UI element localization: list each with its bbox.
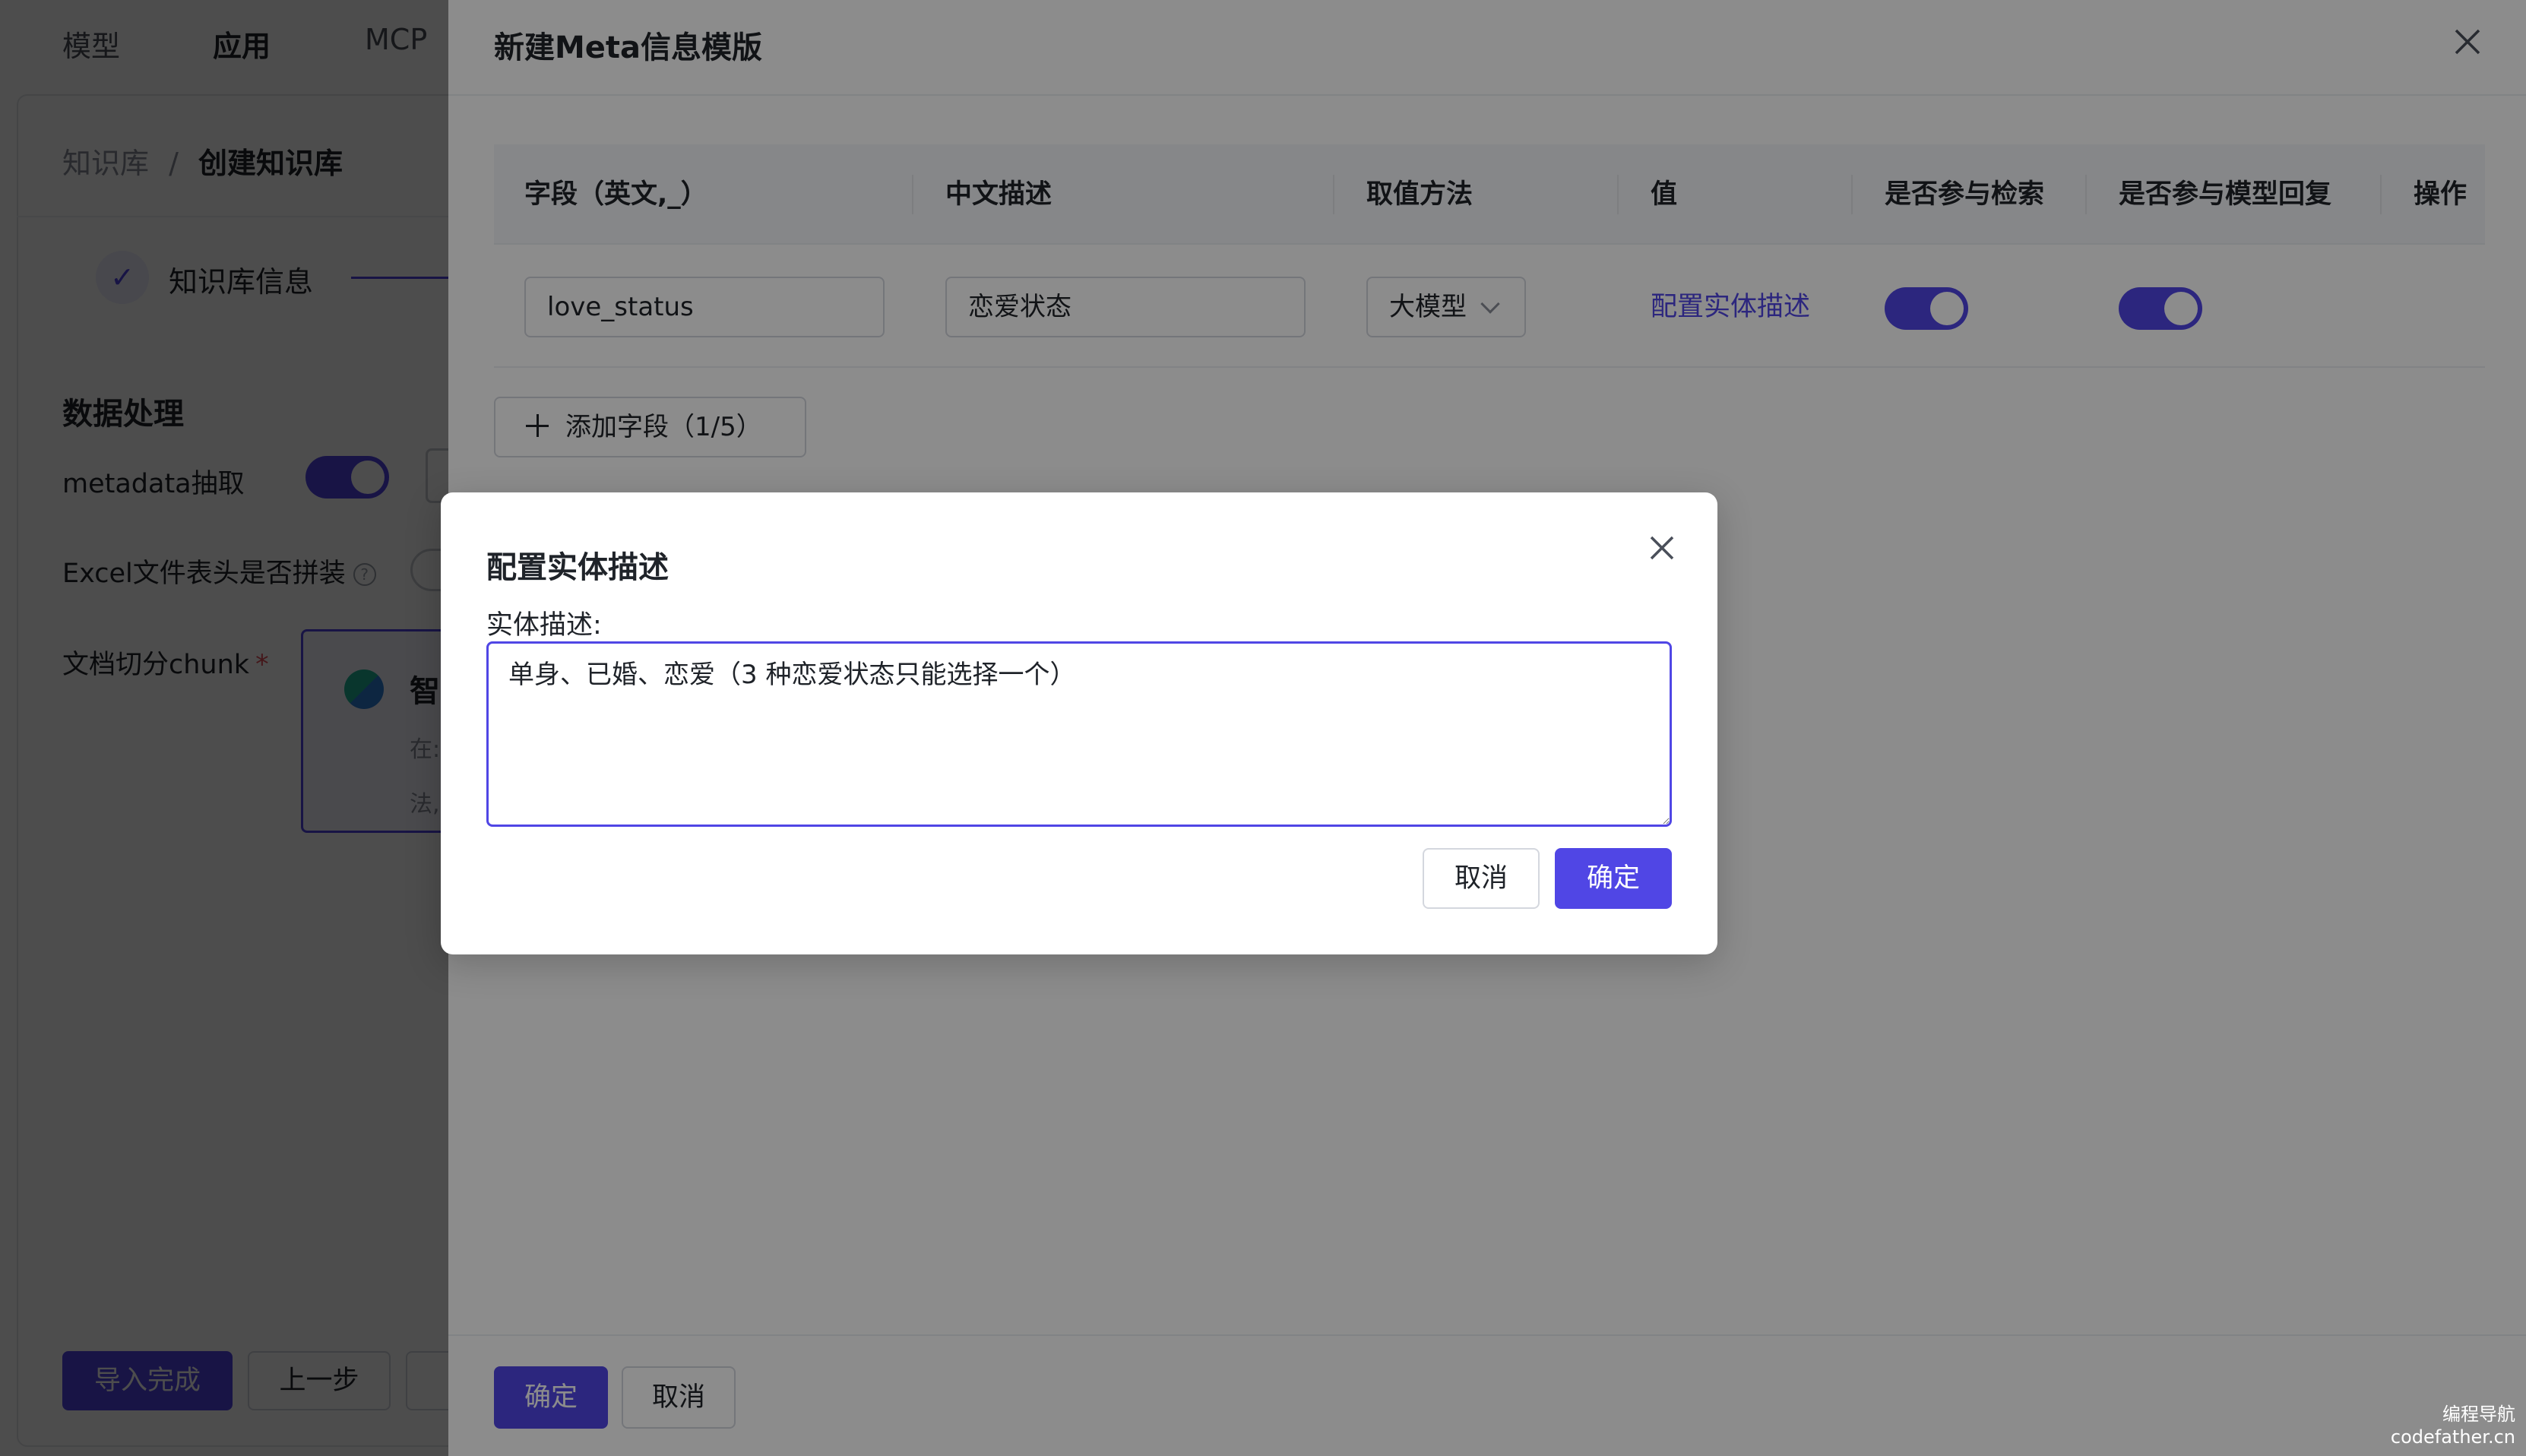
- modal-title: 配置实体描述: [486, 550, 669, 585]
- watermark-line: codefather.cn: [2390, 1426, 2515, 1448]
- entity-description-textarea[interactable]: [486, 641, 1672, 827]
- modal-ok-button[interactable]: 确定: [1555, 848, 1672, 909]
- watermark-line: 编程导航: [2442, 1404, 2515, 1425]
- entity-description-modal: 配置实体描述 实体描述: 取消 确定: [441, 492, 1717, 954]
- modal-cancel-button[interactable]: 取消: [1423, 848, 1540, 909]
- entity-description-label: 实体描述:: [486, 610, 602, 641]
- close-icon[interactable]: [1644, 530, 1679, 565]
- watermark: 编程导航 codefather.cn: [2391, 1403, 2515, 1448]
